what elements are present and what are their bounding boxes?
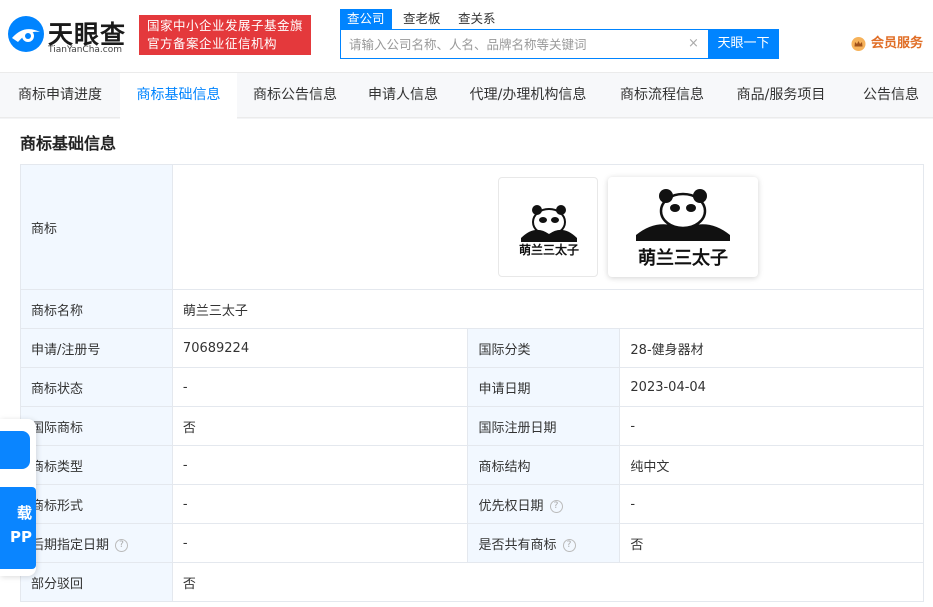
partial-label: 部分驳回 — [20, 562, 173, 602]
panda-logo-icon: 萌兰三太子 — [519, 205, 579, 257]
app-download-line-1: 载 — [16, 504, 32, 522]
trademark-preview[interactable]: 萌兰三太子 — [607, 177, 758, 277]
help-icon[interactable]: ? — [115, 538, 129, 552]
section-title: 商标基础信息 — [20, 134, 117, 153]
app-download-label: 载 PP — [0, 487, 36, 569]
table-row: 部分驳回 否 — [20, 562, 925, 602]
search-tab-relation[interactable]: 查关系 — [458, 9, 496, 29]
trademark-label: 商标 — [20, 164, 173, 290]
panda-logo-large-icon: 萌兰三太子 — [635, 189, 730, 269]
brand-logo[interactable]: 天眼查 TianYanCha.com — [6, 14, 130, 56]
late-date-label: 后期指定日期 — [31, 537, 110, 553]
search-tab-company[interactable]: 查公司 — [340, 9, 392, 29]
trademark-image-cell: 萌兰三太子 萌兰三太子 — [171, 164, 925, 290]
late-date-value: - — [171, 523, 469, 563]
search-button[interactable]: 天眼一下 — [708, 29, 779, 59]
shared-value: 否 — [619, 523, 924, 563]
search-input[interactable] — [341, 30, 671, 58]
tab-notice-info[interactable]: 公告信息 — [841, 73, 933, 118]
badge-line-2: 官方备案企业征信机构 — [147, 36, 278, 51]
structure-value: 纯中文 — [619, 445, 924, 485]
tab-process-info[interactable]: 商标流程信息 — [603, 73, 721, 118]
basic-info-panel: 商标基础信息 商标 萌兰三太子 萌兰三太子 商标名称 萌兰三太子 申请/注册号 … — [0, 119, 933, 607]
trademark-name-label: 商标名称 — [20, 289, 173, 329]
table-row: 商标状态 - 申请日期 2023-04-04 — [20, 367, 924, 407]
type-value: - — [171, 445, 469, 485]
trademark-thumbnail[interactable]: 萌兰三太子 — [497, 177, 598, 277]
reg-no-label: 申请/注册号 — [20, 328, 173, 368]
intl-reg-date-label: 国际注册日期 — [467, 406, 621, 446]
trademark-name-value: 萌兰三太子 — [171, 289, 925, 329]
tab-basic-info[interactable]: 商标基础信息 — [120, 73, 237, 119]
tab-applicant-info[interactable]: 申请人信息 — [353, 73, 453, 118]
official-badge: 国家中小企业发展子基金旗下 官方备案企业征信机构 — [139, 15, 311, 55]
priority-date-value: - — [619, 484, 924, 524]
table-row: 商标类型 - 商标结构 纯中文 — [20, 445, 924, 485]
thumbnail-text: 萌兰三太子 — [519, 242, 579, 257]
status-value: - — [171, 367, 469, 407]
form-label: 商标形式 — [20, 484, 173, 524]
search-tab-boss[interactable]: 查老板 — [403, 9, 441, 29]
help-icon[interactable]: ? — [562, 538, 576, 552]
app-icon — [0, 431, 30, 469]
table-row: 商标名称 萌兰三太子 — [20, 289, 925, 329]
intl-class-label: 国际分类 — [467, 328, 621, 368]
table-row: 后期指定日期? - 是否共有商标? 否 — [20, 523, 924, 563]
intl-mark-label: 国际商标 — [20, 406, 173, 446]
table-row: 申请/注册号 70689224 国际分类 28-健身器材 — [20, 328, 924, 368]
late-date-cell: 后期指定日期? — [20, 523, 173, 563]
priority-date-label: 优先权日期 — [478, 498, 544, 514]
app-download-widget[interactable]: 载 PP — [0, 419, 36, 576]
partial-value: 否 — [171, 562, 925, 602]
shared-cell: 是否共有商标? — [467, 523, 621, 563]
structure-label: 商标结构 — [467, 445, 621, 485]
trademark-tab-bar: 商标申请进度 商标基础信息 商标公告信息 申请人信息 代理/办理机构信息 商标流… — [0, 72, 933, 119]
badge-line-1: 国家中小企业发展子基金旗下 — [147, 18, 303, 33]
clear-icon[interactable]: × — [688, 36, 699, 51]
tab-goods-services[interactable]: 商品/服务项目 — [721, 73, 841, 118]
table-row: 国际商标 否 国际注册日期 - — [20, 406, 924, 446]
intl-mark-value: 否 — [171, 406, 469, 446]
tab-agency-info[interactable]: 代理/办理机构信息 — [453, 73, 603, 118]
vip-label: 会员服务 — [871, 36, 924, 51]
table-row: 商标 萌兰三太子 萌兰三太子 — [20, 164, 925, 290]
type-label: 商标类型 — [20, 445, 173, 485]
intl-class-value: 28-健身器材 — [619, 328, 924, 368]
brand-domain: TianYanCha.com — [48, 45, 123, 55]
priority-date-cell: 优先权日期? — [467, 484, 621, 524]
table-row: 商标形式 - 优先权日期? - — [20, 484, 924, 524]
form-value: - — [171, 484, 469, 524]
crown-icon — [851, 37, 866, 51]
tianyancha-logo-icon — [8, 16, 44, 52]
apply-date-value: 2023-04-04 — [619, 367, 924, 407]
apply-date-label: 申请日期 — [467, 367, 621, 407]
app-download-line-2: PP — [10, 528, 32, 546]
shared-label: 是否共有商标 — [478, 537, 557, 553]
tab-application-progress[interactable]: 商标申请进度 — [0, 73, 120, 118]
status-label: 商标状态 — [20, 367, 173, 407]
basic-info-table: 商标 萌兰三太子 萌兰三太子 商标名称 萌兰三太子 申请/注册号 7068922… — [20, 164, 925, 602]
top-header: 天眼查 TianYanCha.com 国家中小企业发展子基金旗下 官方备案企业征… — [0, 0, 933, 72]
reg-no-value: 70689224 — [171, 328, 469, 368]
intl-reg-date-value: - — [619, 406, 924, 446]
search-box: × — [340, 29, 708, 59]
help-icon[interactable]: ? — [549, 499, 563, 513]
tab-announcement-info[interactable]: 商标公告信息 — [237, 73, 353, 118]
preview-text: 萌兰三太子 — [638, 247, 728, 269]
